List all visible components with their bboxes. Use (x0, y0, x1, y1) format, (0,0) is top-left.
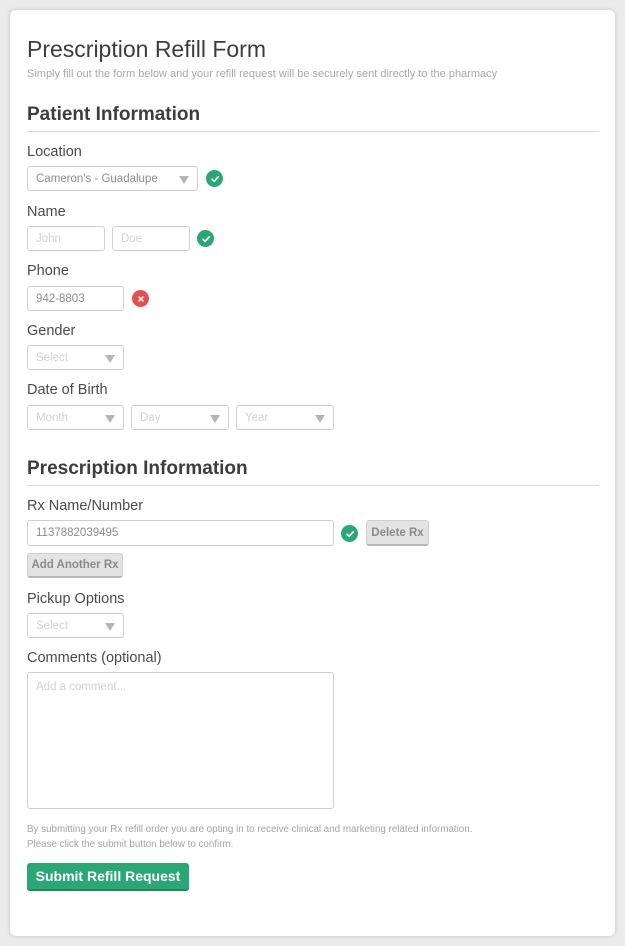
location-value: Cameron's - Guadalupe (36, 172, 158, 185)
chevron-down-icon (315, 414, 325, 423)
month-placeholder: Month (36, 411, 68, 424)
rx-label: Rx Name/Number (27, 498, 144, 514)
gender-placeholder: Select (36, 351, 68, 364)
location-label: Location (27, 144, 82, 160)
chevron-down-icon (210, 414, 220, 423)
delete-rx-button[interactable]: Delete Rx (366, 520, 429, 546)
chevron-down-icon (105, 354, 115, 363)
pickup-placeholder: Select (36, 619, 68, 632)
last-name-placeholder: Doe (121, 232, 143, 245)
first-name-placeholder: John (36, 232, 61, 245)
chevron-down-icon (105, 414, 115, 423)
submit-refill-button[interactable]: Submit Refill Request (27, 863, 189, 891)
patient-section-divider (27, 131, 599, 132)
add-another-rx-button[interactable]: Add Another Rx (27, 553, 123, 578)
refill-form-card: Prescription Refill Form Simply fill out… (10, 10, 615, 936)
comments-placeholder: Add a comment... (36, 681, 127, 693)
legal-line-2: Please click the submit button below to … (27, 839, 234, 850)
patient-section-title: Patient Information (27, 104, 201, 125)
check-icon (341, 525, 358, 542)
first-name-input[interactable]: John (27, 226, 105, 251)
dob-label: Date of Birth (27, 382, 108, 398)
chevron-down-icon (179, 175, 189, 184)
form-subtitle: Simply fill out the form below and your … (27, 68, 498, 80)
legal-line-1: By submitting your Rx refill order you a… (27, 824, 473, 835)
dob-year-select[interactable]: Year (236, 405, 334, 430)
check-icon (197, 230, 214, 247)
form-title: Prescription Refill Form (27, 36, 266, 62)
phone-label: Phone (27, 263, 69, 279)
comments-label: Comments (optional) (27, 650, 162, 666)
prescription-section-divider (27, 485, 599, 486)
gender-label: Gender (27, 323, 76, 339)
error-x-icon (132, 290, 149, 307)
rx-number-input[interactable]: 1137882039495 (27, 520, 334, 546)
year-placeholder: Year (245, 411, 269, 424)
rx-number-value: 1137882039495 (36, 527, 119, 539)
legal-notice: By submitting your Rx refill order you a… (27, 822, 472, 852)
name-label: Name (27, 204, 66, 220)
location-select[interactable]: Cameron's - Guadalupe (27, 166, 198, 191)
phone-input[interactable]: 942-8803 (27, 286, 124, 311)
last-name-input[interactable]: Doe (112, 226, 190, 251)
chevron-down-icon (105, 622, 115, 631)
dob-month-select[interactable]: Month (27, 405, 124, 430)
phone-value: 942-8803 (36, 292, 85, 305)
pickup-options-select[interactable]: Select (27, 613, 124, 638)
pickup-label: Pickup Options (27, 591, 125, 607)
check-icon (206, 170, 223, 187)
gender-select[interactable]: Select (27, 345, 124, 370)
dob-day-select[interactable]: Day (131, 405, 229, 430)
comments-textarea[interactable]: Add a comment... (27, 672, 334, 809)
day-placeholder: Day (140, 411, 161, 424)
prescription-section-title: Prescription Information (27, 458, 248, 479)
